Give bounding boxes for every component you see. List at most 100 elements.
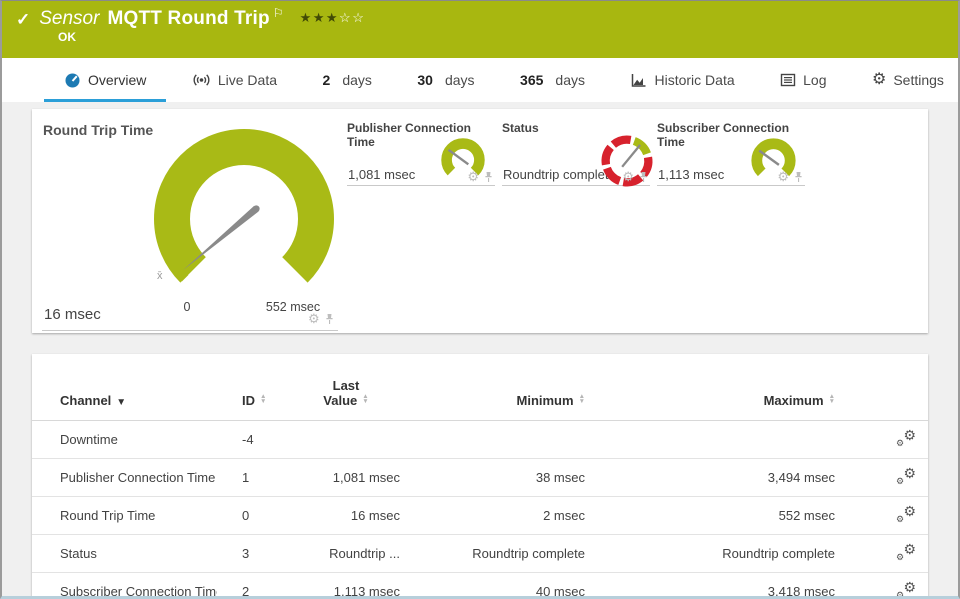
channel-settings-gears-icon[interactable]: ⚙⚙ xyxy=(896,544,916,560)
tab-overview[interactable]: Overview xyxy=(60,58,150,102)
channel-last-value-cell: 16 msec xyxy=(292,497,400,535)
tab-settings[interactable]: ⚙ Settings xyxy=(868,58,948,102)
channel-minimum-cell xyxy=(400,421,585,459)
channel-maximum-cell: 3,494 msec xyxy=(585,459,835,497)
app-window: ✓ Sensor MQTT Round Trip ⚐ ★★★☆☆ OK Over… xyxy=(0,0,960,599)
channel-minimum-cell: Roundtrip complete xyxy=(400,535,585,573)
tab-365-days-number: 365 xyxy=(520,72,543,88)
table-row: Round Trip Time 0 16 msec 2 msec 552 mse… xyxy=(32,497,928,535)
gauge-settings-gear-icon[interactable]: ⚙ xyxy=(467,170,479,183)
channel-settings-gears-icon[interactable]: ⚙⚙ xyxy=(896,468,916,484)
channel-settings-gears-icon[interactable]: ⚙⚙ xyxy=(896,430,916,446)
channel-minimum-cell: 40 msec xyxy=(400,573,585,599)
object-kind-label: Sensor xyxy=(39,8,99,30)
live-data-icon xyxy=(192,72,211,88)
channel-name-cell: Downtime xyxy=(32,421,217,459)
channel-id-cell: 3 xyxy=(217,535,292,573)
sensor-header: ✓ Sensor MQTT Round Trip ⚐ ★★★☆☆ OK xyxy=(2,1,958,58)
channel-table: Channel▼ ID▲▼ LastValue▲▼ Minimum▲▼ Maxi… xyxy=(32,354,928,599)
stars-filled[interactable]: ★★★ xyxy=(300,10,339,25)
channels-panel: Channel▼ ID▲▼ LastValue▲▼ Minimum▲▼ Maxi… xyxy=(32,354,928,599)
channel-minimum-cell: 2 msec xyxy=(400,497,585,535)
publisher-gauge-block: Publisher Connection Time 1,081 msec ⚙ xyxy=(347,121,495,186)
channel-id-cell: 0 xyxy=(217,497,292,535)
tab-30-days-number: 30 xyxy=(417,72,433,88)
gauges-panel: Round Trip Time x̄ 0 552 msec 16 msec ⚙ xyxy=(32,109,928,333)
gear-icon: ⚙ xyxy=(872,72,886,88)
channel-name-cell: Subscriber Connection Time xyxy=(32,573,217,599)
channel-actions-cell: ⚙⚙ xyxy=(835,459,928,497)
channel-id-cell: 2 xyxy=(217,573,292,599)
gauge-controls: ⚙ xyxy=(622,170,648,183)
stars-empty[interactable]: ☆☆ xyxy=(339,10,365,25)
channel-settings-gears-icon[interactable]: ⚙⚙ xyxy=(896,582,916,598)
gauge-settings-gear-icon[interactable]: ⚙ xyxy=(777,170,789,183)
tab-2-days[interactable]: 2 days xyxy=(319,58,376,102)
area-chart-icon xyxy=(630,73,647,88)
column-header-channel[interactable]: Channel▼ xyxy=(32,354,217,421)
main-gauge-value: 16 msec xyxy=(44,306,101,323)
sensor-status-badge: OK xyxy=(58,30,76,44)
pin-icon[interactable] xyxy=(794,171,803,183)
channel-last-value-cell: 1,081 msec xyxy=(292,459,400,497)
sort-desc-icon: ▼ xyxy=(116,397,126,408)
tab-2-days-number: 2 xyxy=(323,72,331,88)
tab-historic-data[interactable]: Historic Data xyxy=(626,58,738,102)
channel-settings-gears-icon[interactable]: ⚙⚙ xyxy=(896,506,916,522)
gauge-settings-gear-icon[interactable]: ⚙ xyxy=(622,170,634,183)
tab-30-days[interactable]: 30 days xyxy=(413,58,478,102)
column-header-id[interactable]: ID▲▼ xyxy=(217,354,292,421)
tab-live-data[interactable]: Live Data xyxy=(188,58,281,102)
status-ok-check-icon: ✓ xyxy=(16,10,30,30)
pin-icon[interactable] xyxy=(639,171,648,183)
gauge-controls: ⚙ xyxy=(777,170,803,183)
publisher-gauge-value: 1,081 msec xyxy=(348,167,415,182)
table-row: Subscriber Connection Time 2 1,113 msec … xyxy=(32,573,928,599)
priority-stars[interactable]: ★★★☆☆ xyxy=(300,10,366,26)
channel-maximum-cell xyxy=(585,421,835,459)
channel-maximum-cell: 3,418 msec xyxy=(585,573,835,599)
tab-bar: Overview Live Data 2 days 30 days 365 da… xyxy=(2,58,958,102)
channel-actions-cell: ⚙⚙ xyxy=(835,421,928,459)
tab-log-label: Log xyxy=(803,72,826,88)
channel-table-header-row: Channel▼ ID▲▼ LastValue▲▼ Minimum▲▼ Maxi… xyxy=(32,354,928,421)
channel-name-cell: Status xyxy=(32,535,217,573)
channel-maximum-cell: Roundtrip complete xyxy=(585,535,835,573)
channel-id-cell: 1 xyxy=(217,459,292,497)
channel-actions-cell: ⚙⚙ xyxy=(835,497,928,535)
sort-icon: ▲▼ xyxy=(260,395,266,404)
column-header-minimum[interactable]: Minimum▲▼ xyxy=(400,354,585,421)
subscriber-gauge-value: 1,113 msec xyxy=(658,167,724,182)
pin-icon[interactable] xyxy=(325,313,334,325)
average-marker-label: x̄ xyxy=(157,270,163,282)
content-area: Round Trip Time x̄ 0 552 msec 16 msec ⚙ xyxy=(2,102,958,599)
column-header-maximum[interactable]: Maximum▲▼ xyxy=(585,354,835,421)
log-list-icon xyxy=(780,73,796,87)
table-row: Publisher Connection Time 1 1,081 msec 3… xyxy=(32,459,928,497)
pin-icon[interactable] xyxy=(484,171,493,183)
gauge-controls: ⚙ xyxy=(308,312,334,325)
channel-table-body: Downtime -4 ⚙⚙ Publisher Connection Time… xyxy=(32,421,928,599)
column-header-last-value[interactable]: LastValue▲▼ xyxy=(292,354,400,421)
sort-icon: ▲▼ xyxy=(362,395,368,404)
tab-365-days[interactable]: 365 days xyxy=(516,58,589,102)
sensor-title: MQTT Round Trip xyxy=(107,8,269,30)
gauge-controls: ⚙ xyxy=(467,170,493,183)
channel-actions-cell: ⚙⚙ xyxy=(835,573,928,599)
channel-minimum-cell: 38 msec xyxy=(400,459,585,497)
flag-icon[interactable]: ⚐ xyxy=(273,6,284,20)
table-row: Status 3 Roundtrip ... Roundtrip complet… xyxy=(32,535,928,573)
subscriber-gauge-block: Subscriber Connection Time 1,113 msec ⚙ xyxy=(657,121,805,186)
status-gauge-block: Status Roundtrip complete ⚙ xyxy=(502,121,650,186)
gauge-settings-gear-icon[interactable]: ⚙ xyxy=(308,312,320,325)
tab-historic-data-label: Historic Data xyxy=(654,72,734,88)
main-gauge-title: Round Trip Time xyxy=(43,122,153,138)
gauge-icon xyxy=(64,72,81,89)
tab-30-days-label: days xyxy=(445,72,475,88)
channel-maximum-cell: 552 msec xyxy=(585,497,835,535)
gauge-scale-min: 0 xyxy=(184,300,191,314)
channel-name-cell: Publisher Connection Time xyxy=(32,459,217,497)
tab-log[interactable]: Log xyxy=(776,58,830,102)
table-row: Downtime -4 ⚙⚙ xyxy=(32,421,928,459)
divider xyxy=(42,330,338,331)
